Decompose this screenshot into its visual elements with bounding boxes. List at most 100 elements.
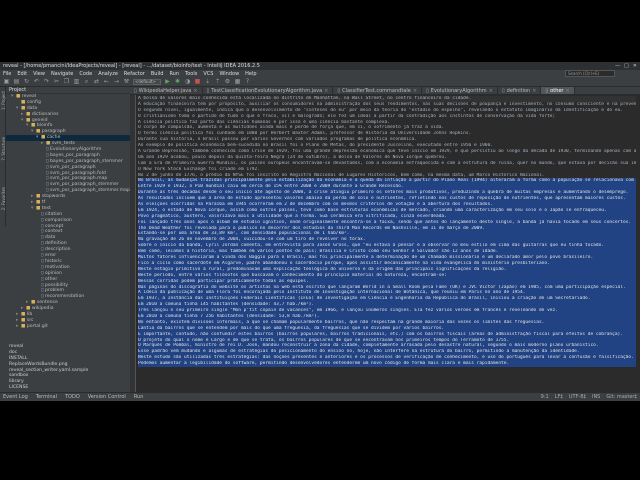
stop-icon[interactable]: ■: [194, 78, 201, 85]
close-tab-icon[interactable]: ×: [532, 88, 536, 94]
editor-line[interactable]: Com a Era de Primeira Guerra Mundial, os…: [138, 161, 636, 167]
menu-tools[interactable]: Tools: [185, 71, 197, 77]
status-indicator[interactable]: LF‡: [555, 394, 563, 400]
editor-line[interactable]: A educação financeira tem por propósito,…: [138, 102, 636, 108]
editor[interactable]: A bolsa de valores mais conhecida está l…: [130, 95, 640, 392]
status-indicator[interactable]: 9:1: [541, 394, 549, 400]
save-icon[interactable]: ▤: [13, 78, 20, 85]
menu-view[interactable]: View: [33, 71, 45, 77]
coverage-icon[interactable]: ◑: [184, 78, 191, 85]
editor-line[interactable]: Podemos aumentar a legibilidade do softw…: [138, 361, 636, 367]
editor-tab[interactable]: ▯ definition ×: [498, 87, 542, 94]
help-icon[interactable]: ?: [244, 78, 251, 85]
run-icon[interactable]: ▶: [164, 78, 171, 85]
open-folder-icon[interactable]: ▣: [3, 78, 10, 85]
tree-node-label: description: [45, 247, 71, 253]
tree-node-label: stopwords: [41, 194, 66, 200]
menu-help[interactable]: Help: [245, 71, 256, 77]
editor-tabs: ▯ WikipediaHelper.java × ▯ TestClassificatio…: [130, 87, 640, 95]
tool-window-button[interactable]: Version Control: [88, 394, 126, 400]
menu-run[interactable]: Run: [169, 71, 179, 77]
tree-node-label: bayes_por_paragraph: [50, 152, 100, 158]
tree-node-label: geneid: [31, 117, 48, 123]
tree-node-label: EvolutionaryAlgorithm: [50, 147, 102, 153]
minimize-button[interactable]: —: [615, 63, 620, 69]
copy-icon[interactable]: ❐: [63, 78, 70, 85]
settings-icon[interactable]: ⚙: [224, 78, 231, 85]
editor-tab[interactable]: ▯ EvolutionaryAlgorithm ×: [422, 87, 498, 94]
cut-icon[interactable]: ✂: [53, 78, 60, 85]
tree-node-label: tf: [41, 200, 46, 206]
tree-node[interactable]: ▸ ■ portal.git: [6, 324, 130, 330]
close-tab-icon[interactable]: ×: [413, 88, 417, 94]
menu-code[interactable]: Code: [79, 71, 92, 77]
status-indicator[interactable]: Git: master‡: [606, 394, 637, 400]
menu-window[interactable]: Window: [219, 71, 239, 77]
editor-tab[interactable]: ▯ TestClassificationEvolutionaryAlgorithm…: [203, 87, 334, 94]
file-icon: ▯: [501, 87, 505, 94]
close-button[interactable]: ✕: [633, 63, 637, 69]
tree-node-label: recommendation: [45, 294, 85, 300]
tool-window-button[interactable]: Run: [134, 394, 144, 400]
tree-node-label: definition: [45, 241, 67, 247]
maximize-button[interactable]: □: [624, 63, 629, 69]
back-icon[interactable]: ←: [103, 78, 110, 85]
status-indicator[interactable]: UTF-8‡: [569, 394, 586, 400]
tree-node-label: other: [45, 276, 58, 282]
menu-vcs[interactable]: VCS: [203, 71, 213, 77]
tree-node-label: config: [26, 99, 41, 105]
menu-file[interactable]: File: [3, 71, 11, 77]
vcs-commit-icon[interactable]: ⇡: [214, 78, 221, 85]
run-configuration-select[interactable]: <default>: [133, 78, 161, 85]
tree-node[interactable]: ReplaceWordsBundle.png: [6, 362, 68, 368]
close-tab-icon[interactable]: ×: [193, 88, 197, 94]
ide-window: reveal - [/home/pmancini/IdeaProjects/re…: [0, 62, 640, 401]
build-icon[interactable]: ⚒: [123, 78, 130, 85]
editor-line[interactable]: É importante, contudo, não confundir est…: [138, 331, 636, 338]
tree-node-label: svm_por_paragraph.fold: [50, 170, 106, 176]
editor-text[interactable]: A bolsa de valores mais conhecida está l…: [138, 96, 636, 367]
search-everywhere-field[interactable]: Search (Ctrl+E): [565, 70, 615, 77]
undo-icon[interactable]: ↶: [33, 78, 40, 85]
paste-icon[interactable]: ▥: [73, 78, 80, 85]
menu-edit[interactable]: Edit: [17, 71, 27, 77]
tool-window-button[interactable]: Terminal: [36, 394, 57, 400]
editor-tab[interactable]: ▯ ClassifierTest.commandtale ×: [333, 87, 423, 94]
replace-icon[interactable]: ⇄: [93, 78, 100, 85]
editor-tab[interactable]: ▯ other ×: [541, 87, 575, 94]
sync-icon[interactable]: ↻: [23, 78, 30, 85]
tree-node-label: bioinfo: [36, 123, 53, 129]
menu-navigate[interactable]: Navigate: [51, 71, 73, 77]
editor-line[interactable]: Foi lançado três anos após o álbum de es…: [138, 219, 636, 226]
menu-refactor[interactable]: Refactor: [124, 71, 145, 77]
forward-icon[interactable]: →: [113, 78, 120, 85]
project-structure-icon[interactable]: ▦: [234, 78, 241, 85]
tree-node-label: citation: [45, 211, 63, 217]
close-tab-icon[interactable]: ×: [489, 88, 493, 94]
tree-node-label: portal.git: [26, 323, 48, 329]
debug-icon[interactable]: ✱: [174, 78, 181, 85]
close-tab-icon[interactable]: ×: [566, 88, 570, 94]
tree-node-label: comparison: [45, 217, 72, 223]
redo-icon[interactable]: ↷: [43, 78, 50, 85]
editor-tab[interactable]: ▯ WikipediaHelper.java ×: [130, 87, 203, 94]
tool-window-button[interactable]: Event Log: [3, 394, 28, 400]
tree-node-label: dictionaries: [31, 111, 59, 117]
tree-node-label: opinion: [45, 270, 62, 276]
vcs-update-icon[interactable]: ⇣: [204, 78, 211, 85]
find-icon[interactable]: ⌕: [83, 78, 90, 85]
tree-node-label: cache: [46, 135, 61, 141]
tree-node[interactable]: LICENSE: [6, 385, 36, 391]
editor-line[interactable]: Em 1924, o estado de Nova Iorque, assim …: [138, 207, 636, 214]
editor-line[interactable]: O segundo nível, igualmente, indica que …: [138, 108, 636, 114]
tree-node-label: context: [45, 229, 63, 235]
editor-tab-label: ClassifierTest.commandtale: [342, 87, 411, 94]
title-bar: reveal - [/home/pmancini/IdeaProjects/re…: [0, 62, 640, 70]
status-indicator[interactable]: INS: [592, 394, 600, 400]
tool-window-button[interactable]: TODO: [65, 394, 80, 400]
editor-tab-label: TestClassificationEvolutionaryAlgorithm.…: [211, 87, 323, 94]
menu-analyze[interactable]: Analyze: [98, 71, 118, 77]
close-tab-icon[interactable]: ×: [324, 88, 328, 94]
menu-build[interactable]: Build: [151, 71, 164, 77]
tree-node-label: svm_por_paragraph.map: [50, 176, 108, 182]
